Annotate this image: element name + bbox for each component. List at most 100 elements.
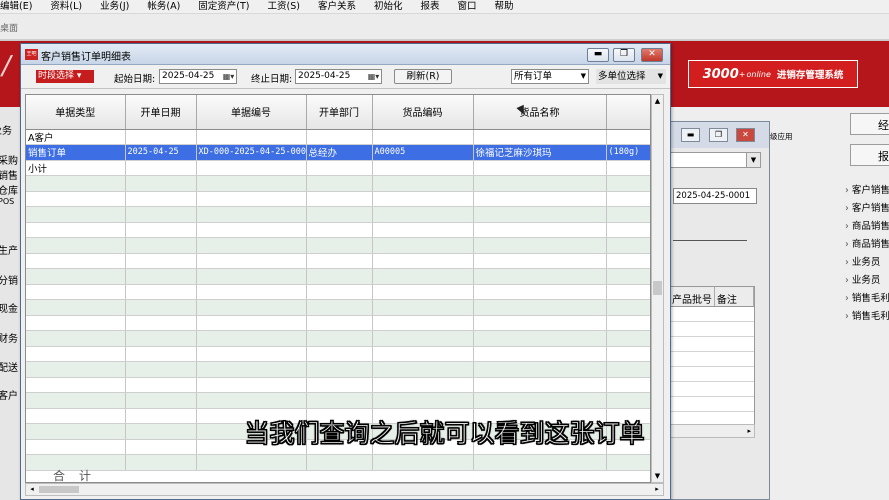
table-row[interactable] (26, 330, 650, 347)
minimize-icon[interactable]: ▬ (681, 128, 700, 142)
left-nav-item[interactable]: 仓库 (0, 182, 18, 197)
table-row[interactable] (26, 206, 650, 223)
report-list-item[interactable]: 销售毛利 (845, 290, 889, 308)
cell-doc-date (125, 284, 197, 300)
scroll-thumb[interactable] (653, 281, 662, 295)
table-row[interactable] (26, 253, 650, 269)
menu-item[interactable]: 报表 (411, 0, 448, 14)
cell-doc-date (125, 377, 197, 393)
column-dept[interactable]: 开单部门 (306, 95, 373, 130)
menu-item[interactable]: 工资(S) (259, 0, 309, 14)
table-row[interactable] (26, 191, 650, 207)
table-row[interactable] (26, 392, 650, 409)
cell-item-code: A00005 (372, 144, 474, 161)
restore-icon[interactable]: ❐ (709, 128, 728, 142)
table-row[interactable] (26, 222, 650, 238)
chevron-down-icon[interactable]: ▼ (658, 69, 663, 84)
column-doc-date[interactable]: 开单日期 (125, 95, 197, 130)
column-doc-type[interactable]: 单据类型 (26, 95, 126, 130)
close-icon[interactable]: ✕ (736, 128, 755, 142)
table-row[interactable] (26, 346, 650, 362)
column-item-code[interactable]: 货品编码 (372, 95, 474, 130)
cell-doc-date (125, 392, 197, 409)
table-row[interactable]: 小计 (26, 160, 650, 176)
left-nav-item[interactable]: 生产 (0, 242, 18, 257)
cell-item-name (473, 129, 607, 145)
menu-item[interactable]: 编辑(E) (0, 0, 41, 14)
brand-logo: 3000 + online 进销存管理系统 (688, 60, 858, 88)
menu-item[interactable]: 客户关系 (309, 0, 365, 14)
cell-dept (306, 377, 373, 393)
left-nav-item[interactable]: 客户 (0, 387, 18, 402)
menu-item[interactable]: 帐务(A) (138, 0, 189, 14)
chevron-down-icon[interactable]: ▼ (581, 70, 586, 83)
left-nav-item[interactable]: 采购 (0, 152, 18, 167)
menu-item[interactable]: 固定资产(T) (189, 0, 258, 14)
scroll-up-icon[interactable]: ▲ (652, 95, 663, 107)
order-detail-combo[interactable]: ▼ (669, 152, 761, 168)
right-button-2[interactable]: 报 (850, 144, 889, 166)
calendar-icon[interactable]: ▦▾ (367, 70, 380, 83)
report-list-item[interactable]: 业务员 (845, 254, 889, 272)
table-row[interactable] (26, 175, 650, 192)
cell-doc-no (196, 377, 307, 393)
cell-item-name (473, 377, 607, 393)
scroll-thumb[interactable] (39, 486, 79, 493)
app-icon-label[interactable]: 级应用 (770, 131, 793, 142)
desktop-toolstrip: 桌面 (0, 14, 889, 40)
table-row[interactable] (26, 315, 650, 331)
maximize-icon[interactable]: ❐ (613, 48, 635, 62)
menu-item[interactable]: 初始化 (365, 0, 412, 14)
left-nav-item[interactable]: 销售 (0, 167, 18, 182)
cell-spec (606, 160, 650, 176)
start-date-input[interactable]: 2025-04-25 ▦▾ (159, 69, 237, 84)
brand-suffix: online (746, 69, 771, 79)
left-nav-item[interactable]: 配送 (0, 359, 18, 374)
report-list-item[interactable]: 商品销售 (845, 236, 889, 254)
column-spec[interactable]: 规格 (606, 95, 650, 130)
order-filter-select[interactable]: 所有订单 ▼ (511, 69, 589, 84)
table-row[interactable]: A客户 (26, 129, 650, 145)
menu-item[interactable]: 资料(L) (41, 0, 91, 14)
report-list-item[interactable]: 商品销售 (845, 218, 889, 236)
report-list-item[interactable]: 客户销售 (845, 200, 889, 218)
scroll-right-icon[interactable]: ▸ (651, 484, 663, 495)
end-date-input[interactable]: 2025-04-25 ▦▾ (295, 69, 382, 84)
scroll-left-icon[interactable]: ◂ (26, 484, 38, 495)
table-row[interactable] (26, 284, 650, 300)
column-doc-no[interactable]: 单据编号 (196, 95, 307, 130)
period-select[interactable]: 时段选择 ▾ (36, 70, 94, 83)
cell-dept (306, 284, 373, 300)
table-row[interactable] (26, 361, 650, 378)
report-list-item[interactable]: 业务员 (845, 272, 889, 290)
multi-unit-select[interactable]: 多单位选择 ▼ (596, 69, 666, 84)
left-nav-item[interactable]: 分销 (0, 272, 18, 287)
cell-doc-type (26, 191, 126, 207)
table-row[interactable] (26, 454, 650, 471)
table-row[interactable]: 销售订单 2025-04-25 XD-000-2025-04-25-0001 总经办 A… (26, 144, 650, 161)
table-row[interactable] (26, 268, 650, 285)
left-nav-item[interactable]: POS (0, 197, 14, 206)
table-row[interactable] (26, 377, 650, 393)
table-row[interactable] (26, 237, 650, 254)
scroll-down-icon[interactable]: ▼ (652, 470, 663, 482)
report-list-item[interactable]: 销售毛利 (845, 308, 889, 326)
right-button-1[interactable]: 经 (850, 113, 889, 135)
cell-doc-date (125, 222, 197, 238)
table-row[interactable] (26, 299, 650, 316)
menu-item[interactable]: 窗口 (449, 0, 486, 14)
menu-item[interactable]: 帮助 (486, 0, 523, 14)
report-list-item[interactable]: 客户销售 (845, 182, 889, 200)
left-nav-item[interactable]: 业务 (0, 122, 12, 137)
menu-item[interactable]: 业务(J) (91, 0, 138, 14)
calendar-icon[interactable]: ▦▾ (222, 70, 235, 83)
close-icon[interactable]: ✕ (641, 48, 663, 62)
left-nav-item[interactable]: 财务 (0, 330, 18, 345)
column-item-name[interactable]: 货品名称 (473, 95, 607, 130)
left-nav-item[interactable]: 现金 (0, 300, 18, 315)
order-number-field[interactable]: 2025-04-25-0001 (673, 188, 757, 204)
report-hscroll[interactable]: ◂ ▸ (25, 483, 664, 496)
refresh-button[interactable]: 刷新(R) (394, 69, 452, 84)
chevron-down-icon[interactable]: ▼ (746, 153, 760, 167)
minimize-icon[interactable]: ▬ (587, 48, 609, 62)
